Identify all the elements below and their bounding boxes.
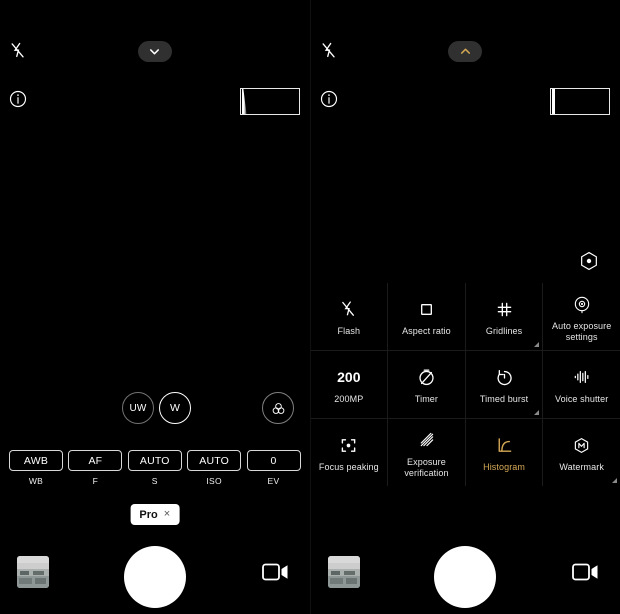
shutter-button[interactable]	[123, 546, 186, 608]
pro-control-value[interactable]: AUTO	[127, 450, 182, 471]
collapse-settings-toggle[interactable]	[448, 41, 483, 62]
setting-label: Exposure verification	[404, 456, 449, 478]
filters-icon	[270, 400, 287, 417]
setting-label: Histogram	[483, 462, 526, 472]
pro-control-value[interactable]: AWB	[9, 450, 63, 471]
video-camera-icon[interactable]	[571, 560, 601, 584]
setting-exposure-verification[interactable]: Exposure verification	[388, 419, 466, 486]
pro-control-label: WB	[28, 476, 44, 486]
auto-exposure-icon[interactable]	[578, 250, 600, 272]
setting-auto-exposure[interactable]: Auto exposure settings	[543, 283, 620, 351]
square-icon	[416, 296, 437, 322]
pro-control-iso[interactable]: AUTO ISO	[187, 450, 242, 486]
timer-off-icon	[416, 364, 437, 390]
setting-label: Flash	[337, 326, 361, 336]
setting-label: Watermark	[559, 462, 604, 472]
settings-grid-row: Flash Aspect ratio Gridlines Auto exposu…	[310, 283, 620, 351]
expand-corner-icon[interactable]	[534, 342, 540, 347]
gridlines-icon	[494, 296, 515, 322]
pro-control-ev[interactable]: 0 EV	[246, 450, 301, 486]
expand-corner-icon[interactable]	[612, 478, 617, 483]
setting-label: Timer	[414, 394, 439, 404]
setting-focus-peaking[interactable]: Focus peaking	[311, 419, 389, 486]
settings-grid: Flash Aspect ratio Gridlines Auto exposu…	[310, 283, 620, 486]
pro-control-shutter[interactable]: AUTO S	[127, 450, 182, 486]
zoom-option-label: UW	[129, 402, 147, 414]
setting-label: Focus peaking	[318, 462, 379, 472]
pro-control-label: F	[92, 476, 99, 486]
info-icon[interactable]	[8, 89, 28, 109]
setting-label: Aspect ratio	[402, 326, 451, 336]
setting-label: 200MP	[334, 394, 364, 404]
setting-voice-shutter[interactable]: Voice shutter	[543, 351, 620, 419]
shutter-bar	[311, 540, 620, 614]
video-camera-icon[interactable]	[261, 560, 291, 584]
filters-button[interactable]	[262, 392, 294, 424]
left-panel-viewfinder: UW W AWB WB AF F AUTO S AUTO ISO 0 EV Pr…	[0, 0, 310, 614]
flash-off-icon[interactable]	[8, 40, 28, 62]
shutter-button[interactable]	[434, 546, 497, 608]
histogram-icon	[494, 432, 515, 458]
zoom-option-label: W	[169, 402, 181, 414]
watermark-icon	[571, 432, 592, 458]
expand-settings-toggle[interactable]	[137, 41, 172, 62]
pro-control-value[interactable]: AF	[68, 450, 123, 471]
info-icon[interactable]	[319, 89, 339, 109]
exposure-verification-icon	[416, 427, 437, 453]
focus-peaking-icon	[338, 432, 359, 458]
pro-control-wb[interactable]: AWB WB	[9, 450, 63, 486]
shutter-bar	[0, 540, 310, 614]
setting-label: Gridlines	[485, 326, 523, 336]
setting-histogram[interactable]: Histogram	[466, 419, 544, 486]
settings-grid-row: Focus peaking Exposure verification Hist…	[311, 419, 620, 486]
setting-watermark[interactable]: Watermark	[543, 419, 620, 486]
gallery-thumbnail[interactable]	[327, 556, 360, 588]
voice-shutter-icon	[571, 364, 593, 390]
pro-control-value[interactable]: AUTO	[187, 450, 242, 471]
pro-control-focus[interactable]: AF F	[68, 450, 123, 486]
setting-200mp[interactable]: 200 200MP	[310, 351, 389, 419]
close-icon[interactable]: ×	[164, 509, 170, 520]
histogram-overlay	[239, 88, 300, 115]
setting-label: Auto exposure settings	[552, 320, 612, 342]
pro-control-label: EV	[267, 476, 280, 486]
setting-aspect-ratio[interactable]: Aspect ratio	[388, 283, 466, 351]
setting-timer[interactable]: Timer	[388, 351, 466, 419]
gallery-thumbnail[interactable]	[17, 556, 49, 588]
setting-label: Timed burst	[479, 394, 529, 404]
chevron-down-icon	[147, 44, 162, 59]
timed-burst-icon	[494, 364, 515, 390]
setting-gridlines[interactable]: Gridlines	[465, 283, 544, 351]
pro-controls-row: AWB WB AF F AUTO S AUTO ISO 0 EV	[9, 450, 301, 486]
pro-control-label: ISO	[206, 476, 222, 486]
setting-label: Voice shutter	[555, 394, 609, 404]
mode-chip-pro[interactable]: Pro ×	[130, 504, 180, 525]
expand-corner-icon[interactable]	[534, 410, 540, 415]
zoom-option-w[interactable]: W	[159, 392, 191, 424]
flash-off-icon	[338, 296, 359, 322]
setting-timed-burst[interactable]: Timed burst	[465, 351, 544, 419]
pro-control-label: S	[151, 476, 158, 486]
mode-chip-label: Pro	[139, 508, 158, 521]
flash-off-icon[interactable]	[319, 40, 339, 62]
right-panel-settings: Flash Aspect ratio Gridlines Auto exposu…	[309, 0, 620, 614]
settings-grid-row: 200 200MP Timer Timed burst Voice shutte…	[310, 351, 620, 419]
zoom-selector: UW W	[0, 392, 310, 424]
setting-icon-text: 200	[337, 369, 361, 385]
camera-app-screenshot: UW W AWB WB AF F AUTO S AUTO ISO 0 EV Pr…	[0, 0, 620, 614]
pro-control-value[interactable]: 0	[246, 450, 301, 471]
zoom-option-uw[interactable]: UW	[122, 392, 154, 424]
setting-flash[interactable]: Flash	[310, 283, 389, 351]
auto-exposure-icon	[572, 291, 592, 317]
chevron-up-icon	[458, 44, 473, 59]
histogram-overlay	[550, 88, 610, 115]
